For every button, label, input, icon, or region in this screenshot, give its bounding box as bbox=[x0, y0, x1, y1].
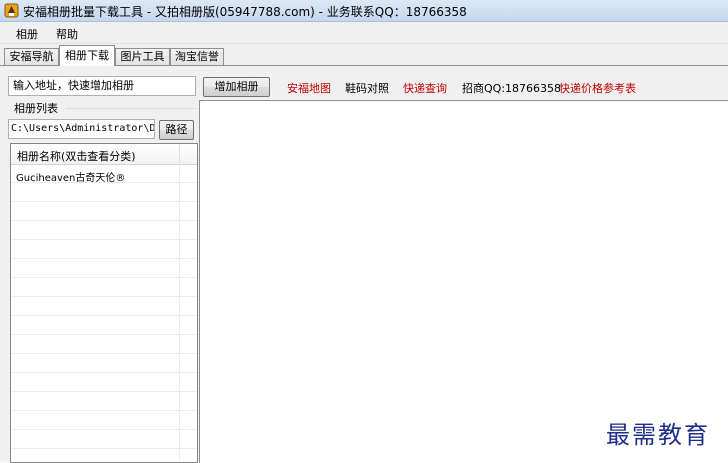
menu-help[interactable]: 帮助 bbox=[56, 26, 78, 42]
path-button[interactable]: 路径 bbox=[159, 120, 194, 140]
column-divider bbox=[179, 144, 180, 164]
album-download-panel: 输入地址，快速增加相册 增加相册 安福地图 鞋码对照 快递查询 招商QQ:187… bbox=[0, 65, 728, 463]
save-path-input[interactable]: C:\Users\Administrator\De bbox=[8, 119, 155, 139]
add-album-button[interactable]: 增加相册 bbox=[203, 77, 270, 97]
link-express-tracking[interactable]: 快递查询 bbox=[403, 80, 447, 96]
watermark-text: 最需教育 bbox=[606, 421, 710, 449]
list-rows bbox=[11, 164, 197, 462]
album-url-input[interactable]: 输入地址，快速增加相册 bbox=[8, 76, 196, 96]
tab-strip: 安福导航 相册下载 图片工具 淘宝信誉 bbox=[0, 44, 728, 66]
list-header: 相册名称(双击查看分类) bbox=[11, 144, 197, 165]
tab-image-tools[interactable]: 图片工具 bbox=[115, 48, 170, 65]
content-area[interactable] bbox=[199, 100, 728, 463]
list-item[interactable]: Guciheaven古奇天伦® bbox=[16, 169, 125, 184]
menu-bar: 相册 帮助 bbox=[0, 22, 728, 44]
title-bar: 安福相册批量下载工具 - 又拍相册版(05947788.com) - 业务联系Q… bbox=[0, 0, 728, 22]
column-grid-line bbox=[179, 164, 180, 462]
menu-album[interactable]: 相册 bbox=[16, 26, 38, 42]
link-anfu-map[interactable]: 安福地图 bbox=[287, 80, 331, 96]
window-title: 安福相册批量下载工具 - 又拍相册版(05947788.com) - 业务联系Q… bbox=[23, 5, 467, 19]
column-header-album-name[interactable]: 相册名称(双击查看分类) bbox=[17, 148, 136, 164]
link-express-price-table[interactable]: 快递价格参考表 bbox=[559, 80, 636, 96]
link-business-qq[interactable]: 招商QQ:18766358 bbox=[462, 80, 561, 96]
app-logo-icon bbox=[4, 3, 19, 18]
tab-taobao-credit[interactable]: 淘宝信誉 bbox=[170, 48, 224, 65]
link-shoe-size-chart[interactable]: 鞋码对照 bbox=[345, 80, 389, 96]
group-divider bbox=[66, 108, 196, 109]
tab-album-download[interactable]: 相册下载 bbox=[59, 45, 115, 66]
album-list-label: 相册列表 bbox=[14, 102, 58, 115]
tab-anfu-nav[interactable]: 安福导航 bbox=[4, 48, 59, 65]
album-list[interactable]: 相册名称(双击查看分类) Guciheaven古奇天伦® bbox=[10, 143, 198, 463]
